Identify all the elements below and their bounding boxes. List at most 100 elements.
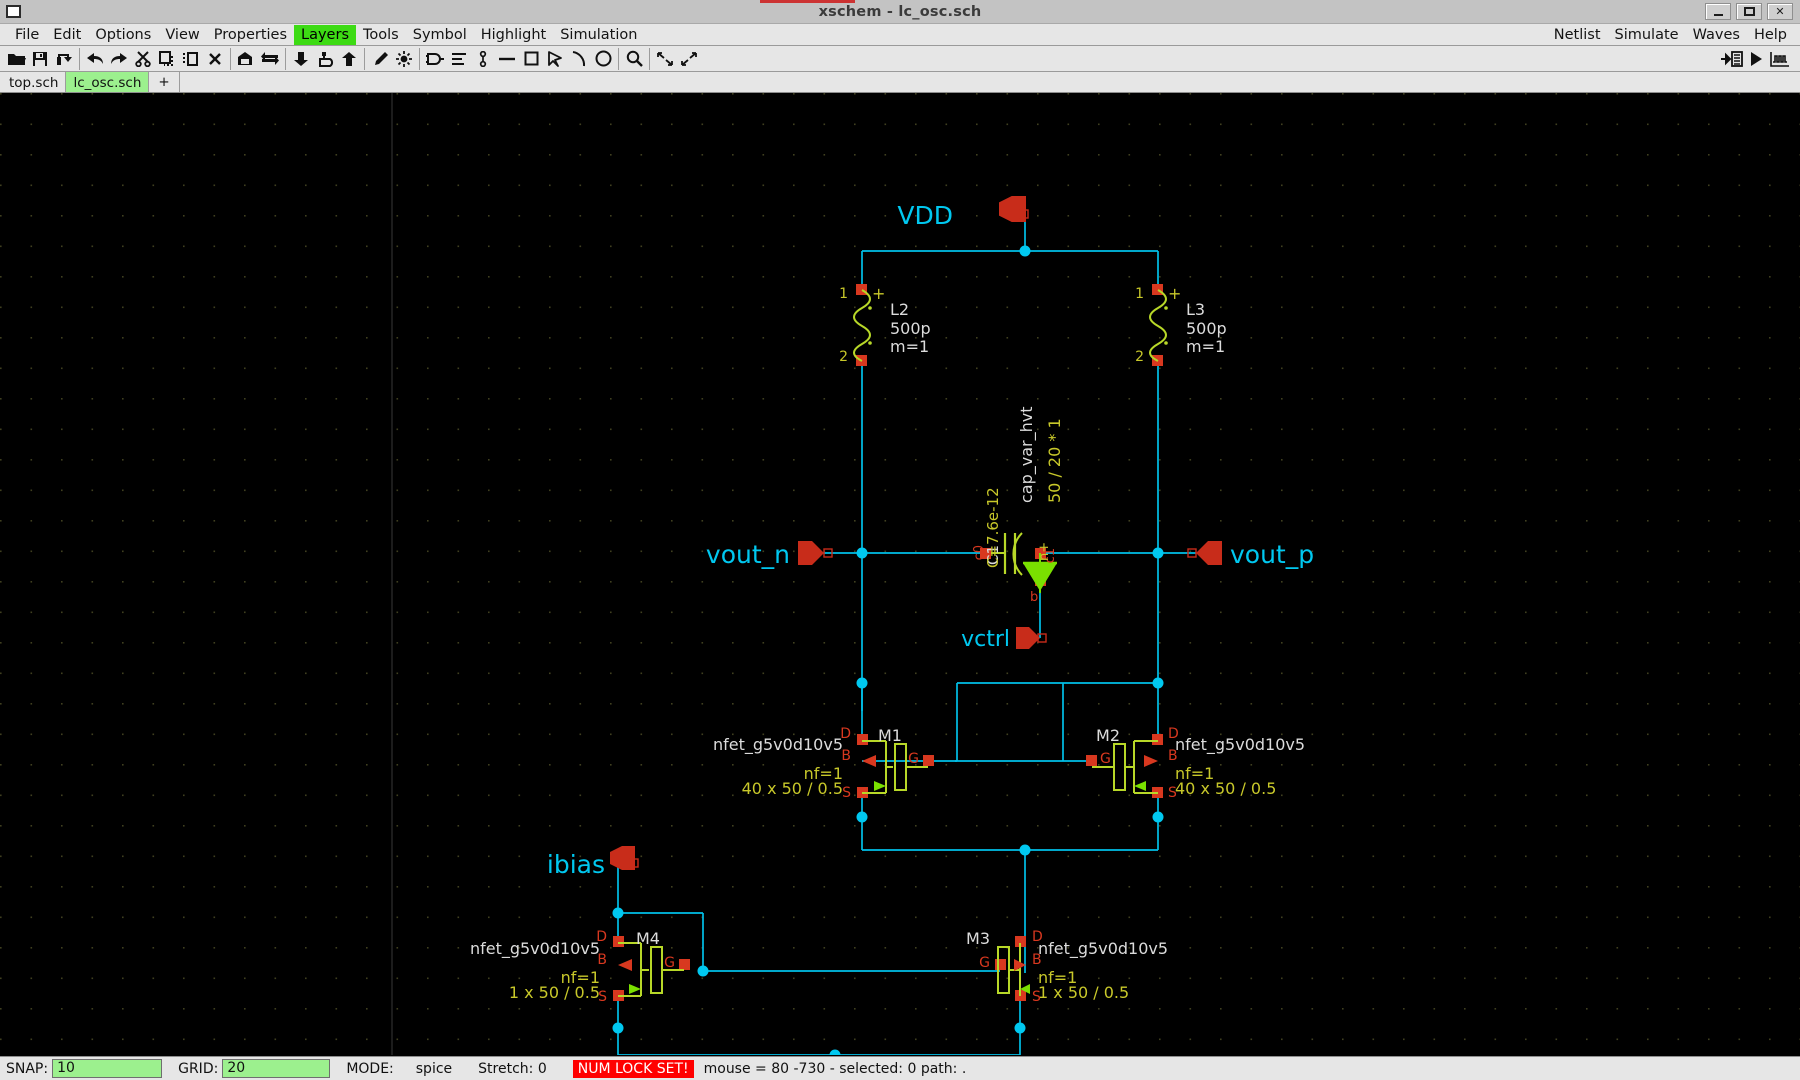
copy-icon[interactable]	[155, 47, 179, 71]
menu-highlight[interactable]: Highlight	[474, 25, 553, 45]
m1-model: nfet_g5v0d10v5	[713, 735, 843, 755]
descend-symbol-icon[interactable]	[313, 47, 337, 71]
menu-help[interactable]: Help	[1747, 25, 1794, 45]
l2-value: 500p	[890, 319, 931, 338]
status-bar: SNAP: 10 GRID: 20 MODE: spice Stretch: 0…	[0, 1056, 1800, 1080]
tab-bar: top.sch lc_osc.sch +	[0, 72, 1800, 93]
window-title: xschem - lc_osc.sch	[0, 4, 1800, 20]
pop-up-icon[interactable]	[337, 47, 361, 71]
io-label-vdd: VDD	[897, 201, 953, 230]
open-folder-icon[interactable]	[4, 47, 28, 71]
save-icon[interactable]	[28, 47, 52, 71]
l2-polarity: +	[872, 284, 885, 303]
schematic-drawing[interactable]: VDD 1 2 + L2 500p m=1	[0, 93, 1800, 1055]
toolbar-separator	[230, 48, 231, 70]
maximize-button[interactable]	[1736, 3, 1762, 20]
draw-rect-icon[interactable]	[519, 47, 543, 71]
waves-icon[interactable]	[1768, 47, 1792, 71]
l3-polarity: +	[1168, 284, 1181, 303]
go-back-icon[interactable]	[258, 47, 282, 71]
xschem-window: xschem - lc_osc.sch ✕ File Edit Options …	[0, 0, 1800, 1080]
close-button[interactable]: ✕	[1767, 3, 1793, 20]
menu-simulation[interactable]: Simulation	[553, 25, 644, 45]
stretch-status: Stretch: 0	[478, 1061, 547, 1077]
toolbar-separator	[285, 48, 286, 70]
zoom-fit-icon[interactable]	[622, 47, 646, 71]
m3-ref: M3	[966, 929, 990, 948]
m2-model: nfet_g5v0d10v5	[1175, 735, 1305, 755]
window-controls: ✕	[1705, 3, 1800, 20]
push-down-icon[interactable]	[289, 47, 313, 71]
tool-bar	[0, 46, 1800, 72]
insert-symbol-icon[interactable]	[423, 47, 447, 71]
menu-simulate[interactable]: Simulate	[1608, 25, 1686, 45]
mode-label: MODE:	[346, 1061, 393, 1077]
undo-icon[interactable]	[83, 47, 107, 71]
toolbar-separator	[419, 48, 420, 70]
numlock-warning: NUM LOCK SET!	[573, 1060, 694, 1078]
snap-label: SNAP:	[6, 1061, 48, 1077]
menu-edit[interactable]: Edit	[46, 25, 88, 45]
l3-ref: L3	[1186, 300, 1205, 319]
title-bar: xschem - lc_osc.sch ✕	[0, 0, 1800, 24]
menu-symbol[interactable]: Symbol	[406, 25, 474, 45]
menu-view[interactable]: View	[158, 25, 206, 45]
highlight-net-icon[interactable]	[392, 47, 416, 71]
menu-netlist[interactable]: Netlist	[1547, 25, 1608, 45]
varactor-size: 50 / 20 * 1	[1045, 418, 1064, 503]
add-tab-button[interactable]: +	[149, 72, 179, 92]
toolbar-separator	[79, 48, 80, 70]
draw-circle-icon[interactable]	[591, 47, 615, 71]
redo-icon[interactable]	[107, 47, 131, 71]
menu-options[interactable]: Options	[88, 25, 158, 45]
simulate-run-icon[interactable]	[1744, 47, 1768, 71]
l2-pin2: 2	[839, 349, 848, 365]
menu-right-group: Netlist Simulate Waves Help	[1547, 25, 1800, 45]
io-label-ibias: ibias	[547, 850, 605, 879]
grid-label: GRID:	[178, 1061, 218, 1077]
io-label-vout-p: vout_p	[1230, 540, 1314, 569]
m1-ref: M1	[878, 726, 902, 745]
m3-size: 1 x 50 / 0.5	[1038, 983, 1129, 1002]
m1-size: 40 x 50 / 0.5	[742, 779, 843, 798]
menu-properties[interactable]: Properties	[207, 25, 294, 45]
schematic-canvas[interactable]: VDD 1 2 + L2 500p m=1	[0, 93, 1800, 1056]
delete-icon[interactable]	[203, 47, 227, 71]
m1-pin-g: G	[908, 751, 919, 767]
minimize-button[interactable]	[1705, 3, 1731, 20]
cut-icon[interactable]	[131, 47, 155, 71]
snap-value[interactable]: 10	[52, 1059, 162, 1078]
menu-file[interactable]: File	[8, 25, 46, 45]
l2-mult: m=1	[890, 337, 929, 356]
m3-pin-g: G	[979, 955, 990, 971]
c1-value: C=7.6e-12	[984, 487, 1002, 568]
draw-polygon-icon[interactable]	[543, 47, 567, 71]
l3-mult: m=1	[1186, 337, 1225, 356]
l3-value: 500p	[1186, 319, 1227, 338]
reload-icon[interactable]	[52, 47, 76, 71]
zoom-box-icon[interactable]	[653, 47, 677, 71]
menu-tools[interactable]: Tools	[356, 25, 406, 45]
insert-text-icon[interactable]	[447, 47, 471, 71]
zoom-full-icon[interactable]	[677, 47, 701, 71]
tab-top-sch[interactable]: top.sch	[2, 72, 66, 92]
draw-arc-icon[interactable]	[567, 47, 591, 71]
toolbar-separator	[618, 48, 619, 70]
m4-pin-g: G	[664, 955, 675, 971]
toolbar-right-group	[1720, 47, 1800, 71]
m2-size: 40 x 50 / 0.5	[1175, 779, 1276, 798]
io-label-vout-n: vout_n	[706, 540, 790, 569]
edit-attributes-icon[interactable]	[368, 47, 392, 71]
tab-lc-osc-sch[interactable]: lc_osc.sch	[66, 72, 149, 92]
m2-pin-g: G	[1100, 751, 1111, 767]
varactor-pin-np: n+	[1037, 542, 1052, 561]
grid-value[interactable]: 20	[222, 1059, 330, 1078]
m3-model: nfet_g5v0d10v5	[1038, 939, 1168, 959]
descend-schematic-icon[interactable]	[234, 47, 258, 71]
netlist-icon[interactable]	[1720, 47, 1744, 71]
paste-icon[interactable]	[179, 47, 203, 71]
menu-layers[interactable]: Layers	[294, 25, 356, 45]
menu-waves[interactable]: Waves	[1686, 25, 1747, 45]
insert-pin-icon[interactable]	[471, 47, 495, 71]
draw-line-icon[interactable]	[495, 47, 519, 71]
